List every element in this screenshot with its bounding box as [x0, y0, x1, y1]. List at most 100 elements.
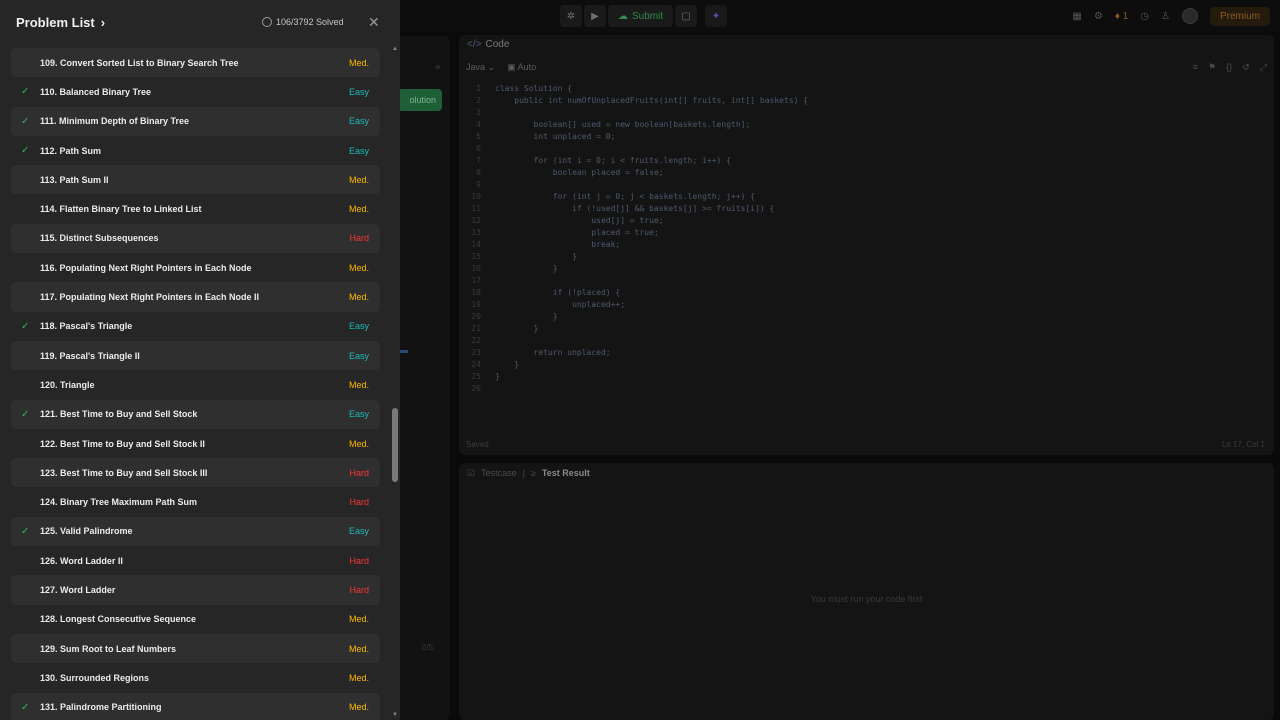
notes-button[interactable]: ▢: [675, 5, 698, 27]
check-icon: ✓: [21, 115, 30, 127]
problem-row[interactable]: ✓ 118. Pascal's Triangle Easy: [11, 312, 380, 341]
problem-row[interactable]: 127. Word Ladder Hard: [11, 575, 380, 605]
problem-row[interactable]: 124. Binary Tree Maximum Path Sum Hard: [11, 487, 380, 516]
difficulty-badge: Easy: [348, 526, 369, 537]
difficulty-badge: Easy: [348, 409, 369, 420]
difficulty-badge: Med.: [348, 614, 369, 625]
problem-row[interactable]: 120. Triangle Med.: [11, 370, 380, 399]
checkbox-icon: ☑: [467, 467, 476, 478]
braces-icon[interactable]: {}: [1226, 62, 1232, 73]
close-icon[interactable]: ✕: [368, 14, 380, 31]
line-number: 23: [471, 348, 481, 357]
difficulty-badge: Med.: [348, 262, 369, 273]
problem-row[interactable]: 109. Convert Sorted List to Binary Searc…: [11, 48, 380, 78]
difficulty-badge: Med.: [348, 292, 369, 303]
drawer-scrollbar[interactable]: ▲ ▼: [391, 46, 399, 720]
problem-row[interactable]: 126. Word Ladder II Hard: [11, 546, 380, 575]
code-line: 4 boolean[] used = new boolean[baskets.l…: [459, 119, 1274, 131]
line-number: 22: [471, 336, 481, 345]
problem-row[interactable]: 119. Pascal's Triangle II Easy: [11, 340, 380, 371]
code-panel: </> Code Java ⌄ ▣ Auto ≡ ⚑ {} ↺ ⤢ 1 class…: [459, 35, 1274, 455]
problem-row[interactable]: 117. Populating Next Right Pointers in E…: [11, 282, 380, 312]
premium-button[interactable]: Premium: [1209, 6, 1270, 26]
line-number: 26: [471, 384, 481, 393]
scroll-down-icon[interactable]: ▼: [392, 712, 398, 718]
problem-title: 109. Convert Sorted List to Binary Searc…: [40, 57, 239, 68]
code-line-text: int unplaced = 0;: [495, 132, 616, 141]
line-number: 4: [476, 120, 481, 129]
scroll-up-icon[interactable]: ▲: [392, 46, 398, 52]
problem-row[interactable]: 130. Surrounded Regions Med.: [11, 663, 380, 692]
link-icon[interactable]: ⚭: [434, 62, 442, 73]
code-line: 2 public int numOfUnplacedFruits(int[] f…: [459, 95, 1274, 107]
problem-row[interactable]: 113. Path Sum II Med.: [11, 165, 380, 195]
problem-title: 125. Valid Palindrome: [40, 526, 133, 537]
progress-ring-icon: [262, 17, 272, 27]
line-number: 21: [471, 324, 481, 333]
problem-row[interactable]: 122. Best Time to Buy and Sell Stock II M…: [11, 429, 380, 458]
problem-row[interactable]: 128. Longest Consecutive Sequence Med.: [11, 605, 380, 634]
format-icon[interactable]: ≡: [1193, 62, 1198, 73]
code-line: 22: [459, 335, 1274, 347]
problem-row[interactable]: ✓ 111. Minimum Depth of Binary Tree Easy: [11, 106, 380, 136]
language-select[interactable]: Java ⌄: [466, 62, 495, 73]
difficulty-badge: Easy: [348, 145, 369, 156]
code-line: 10 for (int j = 0; j < baskets.length; j…: [459, 191, 1274, 203]
difficulty-badge: Med.: [348, 174, 369, 185]
problem-title: 113. Path Sum II: [40, 174, 109, 185]
problem-row[interactable]: ✓ 131. Palindrome Partitioning Med.: [11, 692, 380, 720]
code-brackets-icon: </>: [467, 38, 482, 50]
expand-icon[interactable]: ⤢: [1260, 62, 1267, 73]
run-button[interactable]: ▶: [584, 5, 606, 27]
line-number: 15: [471, 252, 481, 261]
code-line: 17: [459, 275, 1274, 287]
problem-row[interactable]: ✓ 125. Valid Palindrome Easy: [11, 516, 380, 547]
code-line-text: if (!used[j] && baskets[j] >= fruits[i])…: [495, 204, 775, 213]
drawer-title: Problem List: [16, 15, 95, 30]
tab-test-result[interactable]: Test Result: [542, 468, 590, 478]
line-number: 18: [471, 288, 481, 297]
streak-counter[interactable]: ♦ 1: [1115, 11, 1128, 22]
line-number: 2: [476, 96, 481, 105]
layout-icon[interactable]: ▦: [1072, 11, 1081, 22]
problem-row[interactable]: ✓ 112. Path Sum Easy: [11, 136, 380, 165]
streak-count: 1: [1122, 10, 1129, 22]
problem-row[interactable]: 114. Flatten Binary Tree to Linked List M…: [11, 194, 380, 223]
avatar[interactable]: [1181, 8, 1198, 24]
code-line: 15 }: [459, 251, 1274, 263]
code-editor[interactable]: 1 class Solution {2 public int numOfUnpla…: [459, 83, 1274, 443]
tab-testcase[interactable]: Testcase: [481, 468, 517, 478]
code-title: Code: [485, 38, 510, 50]
problem-row[interactable]: 123. Best Time to Buy and Sell Stock III…: [11, 458, 380, 488]
code-line-text: boolean placed = false;: [495, 168, 664, 177]
problem-row[interactable]: 115. Distinct Subsequences Hard: [11, 223, 380, 254]
problem-title: 110. Balanced Binary Tree: [40, 86, 152, 97]
debug-button[interactable]: ✲: [560, 5, 582, 27]
bookmark-icon[interactable]: ⚑: [1208, 62, 1216, 73]
timer-icon[interactable]: ◷: [1140, 11, 1149, 22]
code-line-text: }: [495, 372, 500, 381]
submit-button[interactable]: ☁ Submit: [608, 5, 674, 27]
code-line: 18 if (!placed) {: [459, 287, 1274, 299]
result-message: You must run your code first: [810, 594, 923, 604]
editor-actions: ≡ ⚑ {} ↺ ⤢: [1193, 62, 1267, 73]
auto-mode[interactable]: ▣ Auto: [507, 62, 536, 73]
problem-row[interactable]: 116. Populating Next Right Pointers in E…: [11, 253, 380, 282]
ai-assist-button[interactable]: ✦: [705, 5, 728, 27]
reset-icon[interactable]: ↺: [1242, 62, 1250, 73]
line-number: 5: [476, 132, 481, 141]
code-line-text: placed = true;: [495, 228, 659, 237]
scrollbar-thumb[interactable]: [392, 408, 398, 482]
code-line-text: unplaced++;: [495, 300, 626, 309]
add-user-icon[interactable]: ♙: [1161, 11, 1170, 22]
gear-icon[interactable]: ⚙: [1094, 11, 1103, 22]
check-icon: ✓: [21, 86, 30, 98]
code-line-text: }: [495, 312, 558, 321]
solution-button[interactable]: olution: [398, 89, 442, 111]
drawer-title-link[interactable]: Problem List ›: [16, 15, 105, 30]
problem-row[interactable]: ✓ 121. Best Time to Buy and Sell Stock Eas…: [11, 399, 380, 429]
problem-row[interactable]: ✓ 110. Balanced Binary Tree Easy: [11, 77, 380, 106]
code-line: 26: [459, 383, 1274, 395]
problem-row[interactable]: 129. Sum Root to Leaf Numbers Med.: [11, 633, 380, 664]
